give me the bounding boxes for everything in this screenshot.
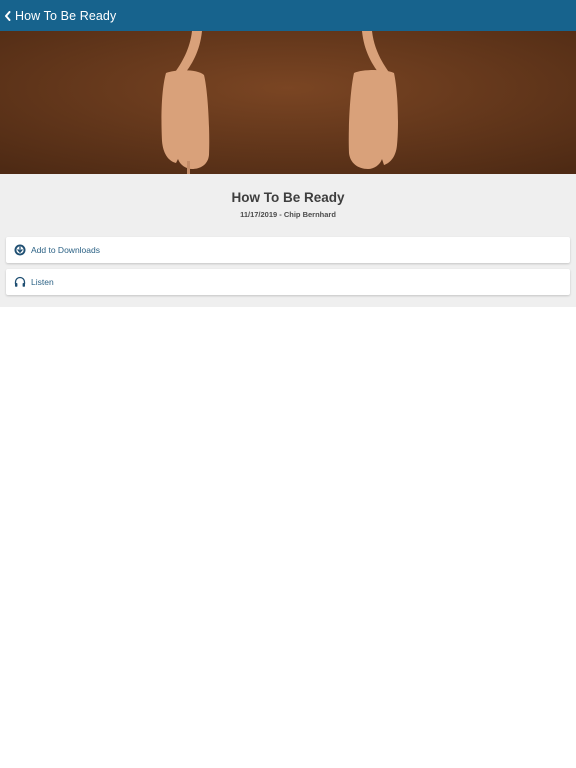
- sermon-info-panel: How To Be Ready 11/17/2019 - Chip Bernha…: [0, 174, 576, 307]
- add-to-downloads-label: Add to Downloads: [31, 245, 100, 255]
- top-navigation-bar: How To Be Ready: [0, 0, 576, 31]
- sermon-title: How To Be Ready: [231, 190, 345, 205]
- nav-title: How To Be Ready: [15, 8, 117, 23]
- add-to-downloads-button[interactable]: Add to Downloads: [6, 237, 570, 263]
- headphones-icon: [14, 276, 26, 288]
- headphones-artwork: [0, 31, 576, 174]
- listen-label: Listen: [31, 277, 54, 287]
- hero-image: [0, 31, 576, 174]
- sermon-date-speaker: 11/17/2019 - Chip Bernhard: [240, 210, 336, 219]
- back-button[interactable]: How To Be Ready: [2, 0, 116, 31]
- download-circle-icon: [14, 244, 26, 256]
- listen-button[interactable]: Listen: [6, 269, 570, 295]
- chevron-left-icon: [2, 10, 12, 22]
